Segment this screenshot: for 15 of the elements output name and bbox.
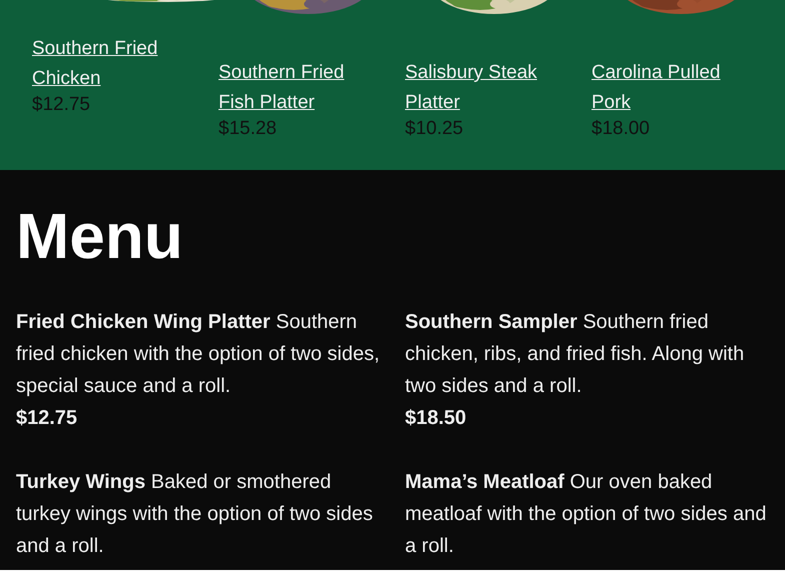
dish-link[interactable]: Southern Fried Fish Platter [218,58,368,118]
dish-price: $15.28 [218,118,278,140]
dish-link[interactable]: Carolina Pulled Pork [592,58,742,118]
dish-link[interactable]: Southern Fried Chicken [32,34,182,94]
menu-item-description: Turkey Wings Baked or smothered turkey wings with the option of two sides and a roll. [16,470,374,559]
menu-item-description: Fried Chicken Wing Platter Southern fried chicken with the option of two sides, special sauce and a roll. [16,310,381,399]
menu-item-price: $18.50 [405,406,468,431]
dish-price: $12.75 [32,94,92,116]
menu-item-description: Southern Sampler Southern fried chicken, ribs, and fried fish. Along with two sides and a roll. [405,310,746,399]
menu-title: Menu [16,204,184,268]
menu-item-description: Mama’s Meatloaf Our oven baked meatloaf with the option of two sides and a roll. [405,470,768,559]
dish-price: $10.25 [405,118,464,140]
dish-price: $18.00 [592,118,651,140]
menu-item-price: $12.75 [16,406,78,431]
dish-link[interactable]: Salisbury Steak Platter [405,58,555,118]
